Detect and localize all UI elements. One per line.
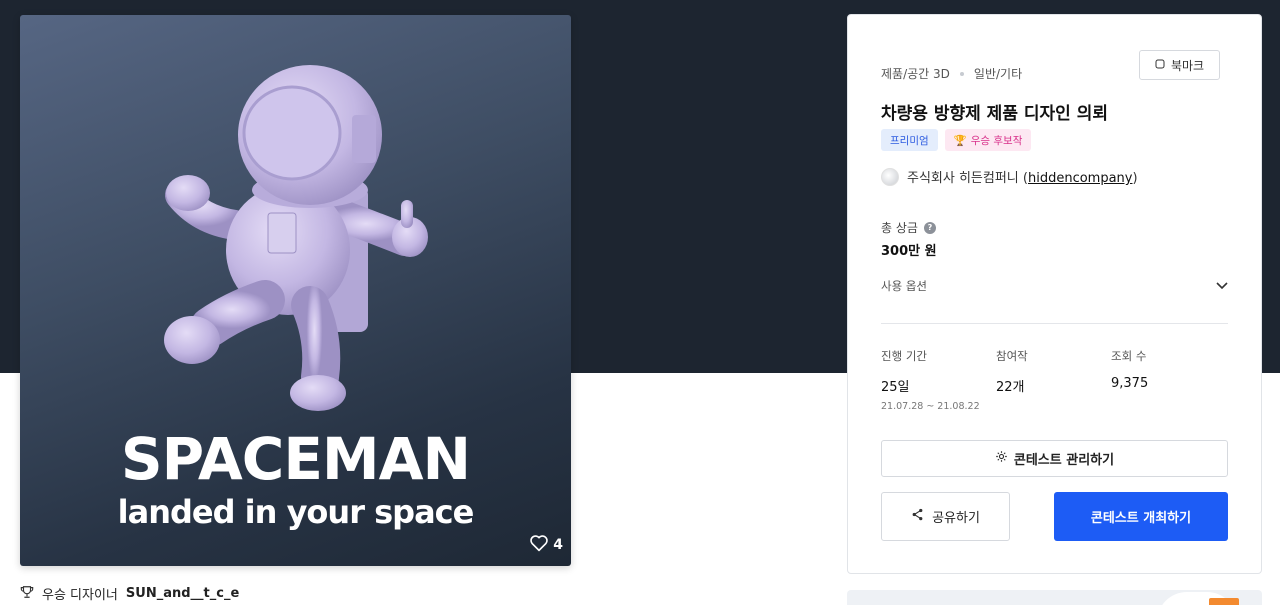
prize-label: 총 상금 ? [881,219,936,236]
bookmark-label: 북마크 [1170,58,1205,73]
stat-participants-value: 22개 [996,380,1025,395]
stat-views-value: 9,375 [1111,376,1149,391]
manage-contest-label: 콘테스트 관리하기 [1013,453,1115,468]
stat-views-label: 조회 수 [1111,349,1147,363]
prize-value: 300만 원 [881,244,937,259]
stat-duration-label: 진행 기간 [881,349,927,363]
heart-icon [529,534,549,556]
usage-options-toggle[interactable]: 사용 옵션 [881,278,1228,294]
company-handle-link[interactable]: hiddencompany [1028,171,1133,186]
share-label: 공유하기 [932,511,980,526]
manage-contest-button[interactable]: 콘테스트 관리하기 [881,440,1228,477]
avatar [881,167,899,186]
stat-participants-label: 참여작 [996,349,1028,363]
stat-views: 조회 수 9,375 [1111,348,1226,412]
designer-name[interactable]: SUN_and__t_c_e [126,586,239,601]
chevron-down-icon [1216,279,1228,293]
category-main[interactable]: 제품/공간 3D [881,65,950,82]
designer-prefix: 우승 디자이너 [42,588,118,603]
trophy-icon: 🏆 [953,134,967,147]
next-card-peek [847,590,1262,605]
contest-stats: 진행 기간 25일 21.07.28 ~ 21.08.22 참여작 22개 조회… [881,348,1228,412]
breadcrumb: 제품/공간 3D 일반/기타 [881,65,1022,82]
gear-icon [995,450,1008,467]
category-sub[interactable]: 일반/기타 [974,65,1022,82]
stat-duration: 진행 기간 25일 21.07.28 ~ 21.08.22 [881,348,996,412]
separator-dot [959,71,964,76]
usage-options-label: 사용 옵션 [881,279,927,293]
stat-duration-value: 25일 [881,380,910,395]
share-icon [911,508,924,525]
stat-participants: 참여작 22개 [996,348,1111,412]
company-info[interactable]: 주식회사 히든컴퍼니 (hiddencompany) [881,167,1138,186]
trophy-icon [20,585,34,603]
like-count: 4 [553,537,563,553]
stat-duration-range: 21.07.28 ~ 21.08.22 [881,401,980,412]
prize-label-text: 총 상금 [881,221,918,235]
bookmark-button[interactable]: 북마크 [1139,50,1220,80]
premium-badge: 프리미엄 [881,129,938,151]
page-title: 차량용 방향제 제품 디자인 의뢰 [881,104,1108,124]
share-button[interactable]: 공유하기 [881,492,1010,541]
contest-info-panel: 제품/공간 3D 일반/기타 북마크 차량용 방향제 제품 디자인 의뢰 프리미… [847,14,1262,574]
help-icon[interactable]: ? [923,221,936,234]
company-name: 주식회사 히든컴퍼니 ( [907,171,1028,186]
divider [881,323,1228,324]
like-button[interactable]: 4 [529,534,563,556]
image-subheadline: landed in your space [117,493,475,531]
contest-winner-image[interactable]: SPACEMAN landed in your space 4 [20,15,571,566]
bookmark-icon [1155,58,1165,72]
peek-tag [1209,598,1239,605]
winner-candidate-badge: 🏆 우승 후보작 [944,129,1032,151]
host-contest-button[interactable]: 콘테스트 개최하기 [1054,492,1228,541]
image-headline: SPACEMAN [120,425,471,493]
winner-designer: 우승 디자이너 SUN_and__t_c_e [20,584,239,603]
badge-group: 프리미엄 🏆 우승 후보작 [881,129,1032,151]
company-paren: ) [1132,171,1138,186]
winner-candidate-label: 우승 후보작 [970,134,1023,147]
